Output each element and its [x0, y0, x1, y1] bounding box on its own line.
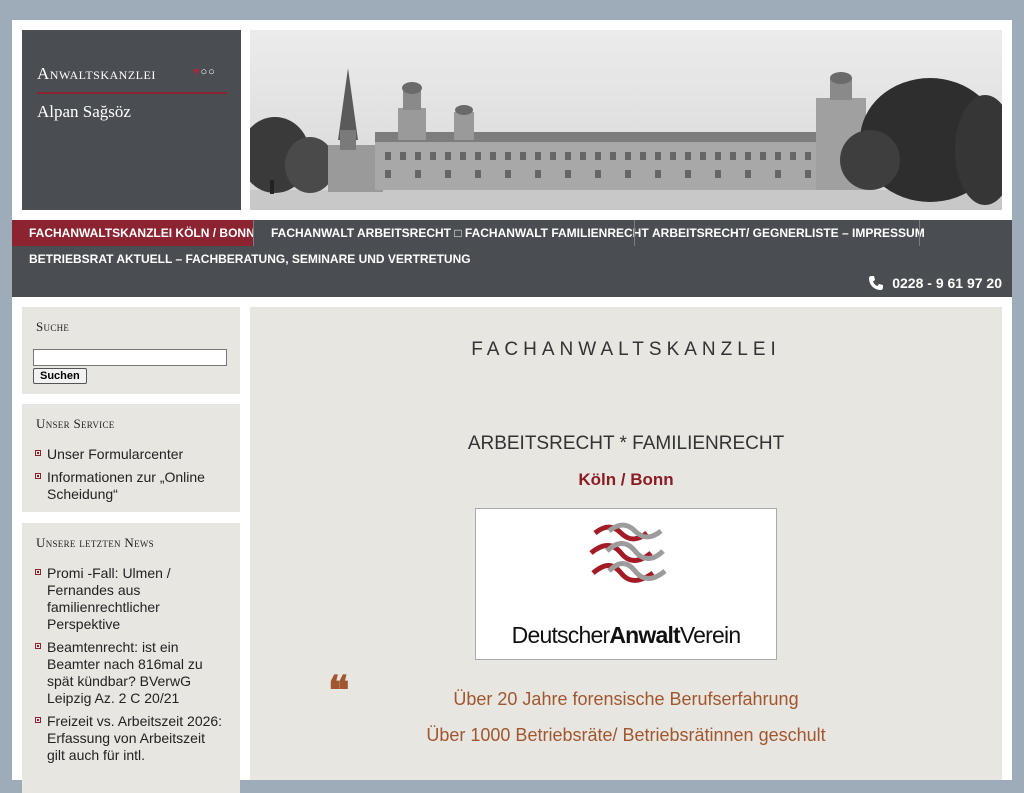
logo-firm-name: Anwaltskanzlei — [37, 64, 156, 83]
page-subtitle: ARBEITSRECHT * FAMILIENRECHT — [467, 433, 785, 454]
quote-line-1: Über 20 Jahre forensische Berufserfahrun… — [453, 689, 799, 709]
logo-divider — [37, 92, 227, 94]
list-item[interactable]: Informationen zur „Online Scheidung“ — [35, 469, 226, 503]
nav-item-betriebsrat[interactable]: Betriebsrat aktuell – Fachberatung, Semi… — [12, 246, 488, 272]
nav-item-fachanwaltskanzlei[interactable]: Fachanwaltskanzlei Köln / Bonn — [12, 220, 255, 246]
page-title: FACHANWALTSKANZLEI — [471, 339, 781, 360]
bullet-icon — [35, 569, 41, 575]
list-item[interactable]: Unser Formularcenter — [35, 446, 226, 463]
quote-line-2: Über 1000 Betriebsräte/ Betriebsrätinnen… — [426, 725, 826, 745]
bullet-icon — [35, 643, 41, 649]
bullet-icon — [35, 473, 41, 479]
dav-wordmark: DeutscherAnwaltVerein — [511, 622, 741, 648]
bullet-icon — [35, 450, 41, 456]
header-image — [250, 30, 1002, 210]
service-list: Unser Formularcenter Informationen zur „… — [35, 446, 226, 503]
logo-lawyer-name: Alpan Sağsöz — [37, 102, 131, 121]
site-logo[interactable]: Anwaltskanzlei ♥○○ Alpan Sağsöz — [22, 30, 241, 210]
list-item[interactable]: Promi -Fall: Ulmen / Fernandes aus famil… — [35, 565, 226, 633]
main-navigation: Fachanwaltskanzlei Köln / Bonn Fachanwal… — [12, 220, 1012, 297]
news-list: Promi -Fall: Ulmen / Fernandes aus famil… — [35, 565, 226, 764]
palace-illustration — [250, 30, 1002, 210]
service-widget: Unser Service Unser Formularcenter Infor… — [22, 404, 240, 512]
main-content: FACHANWALTSKANZLEI ARBEITSRECHT * FAMILI… — [250, 307, 1002, 780]
news-title: Unsere letzten News — [36, 535, 154, 550]
service-title: Unser Service — [36, 416, 115, 431]
dav-emblem-icon — [589, 522, 667, 583]
dav-logo[interactable]: DeutscherAnwaltVerein — [475, 508, 777, 660]
city-label: Köln / Bonn — [578, 470, 674, 489]
news-widget: Unsere letzten News Promi -Fall: Ulmen /… — [22, 523, 240, 793]
nav-item-gegnerliste[interactable]: Arbeitsrecht/ Gegnerliste – Impressum — [635, 220, 925, 246]
search-widget: Suche Suchen — [22, 307, 240, 394]
phone-text: 0228 - 9 61 97 20 — [892, 275, 1002, 291]
bullet-icon — [35, 717, 41, 723]
nav-item-fachanwalt[interactable]: Fachanwalt Arbeitsrecht □ Fachanwalt Fam… — [254, 220, 649, 246]
list-item[interactable]: Freizeit vs. Arbeitszeit 2026: Erfassung… — [35, 713, 226, 764]
phone-icon — [869, 276, 884, 290]
page: Anwaltskanzlei ♥○○ Alpan Sağsöz FACHANWA… — [12, 20, 1012, 793]
nav-divider — [919, 220, 920, 246]
logo-heart-icon: ♥○○ — [193, 66, 216, 78]
phone-number[interactable]: 0228 - 9 61 97 20 — [868, 275, 1002, 291]
search-title: Suche — [36, 319, 70, 334]
search-button[interactable]: Suchen — [33, 368, 87, 384]
search-input[interactable] — [33, 349, 227, 366]
list-item[interactable]: Beamtenrecht: ist ein Beamter nach 816ma… — [35, 639, 226, 707]
